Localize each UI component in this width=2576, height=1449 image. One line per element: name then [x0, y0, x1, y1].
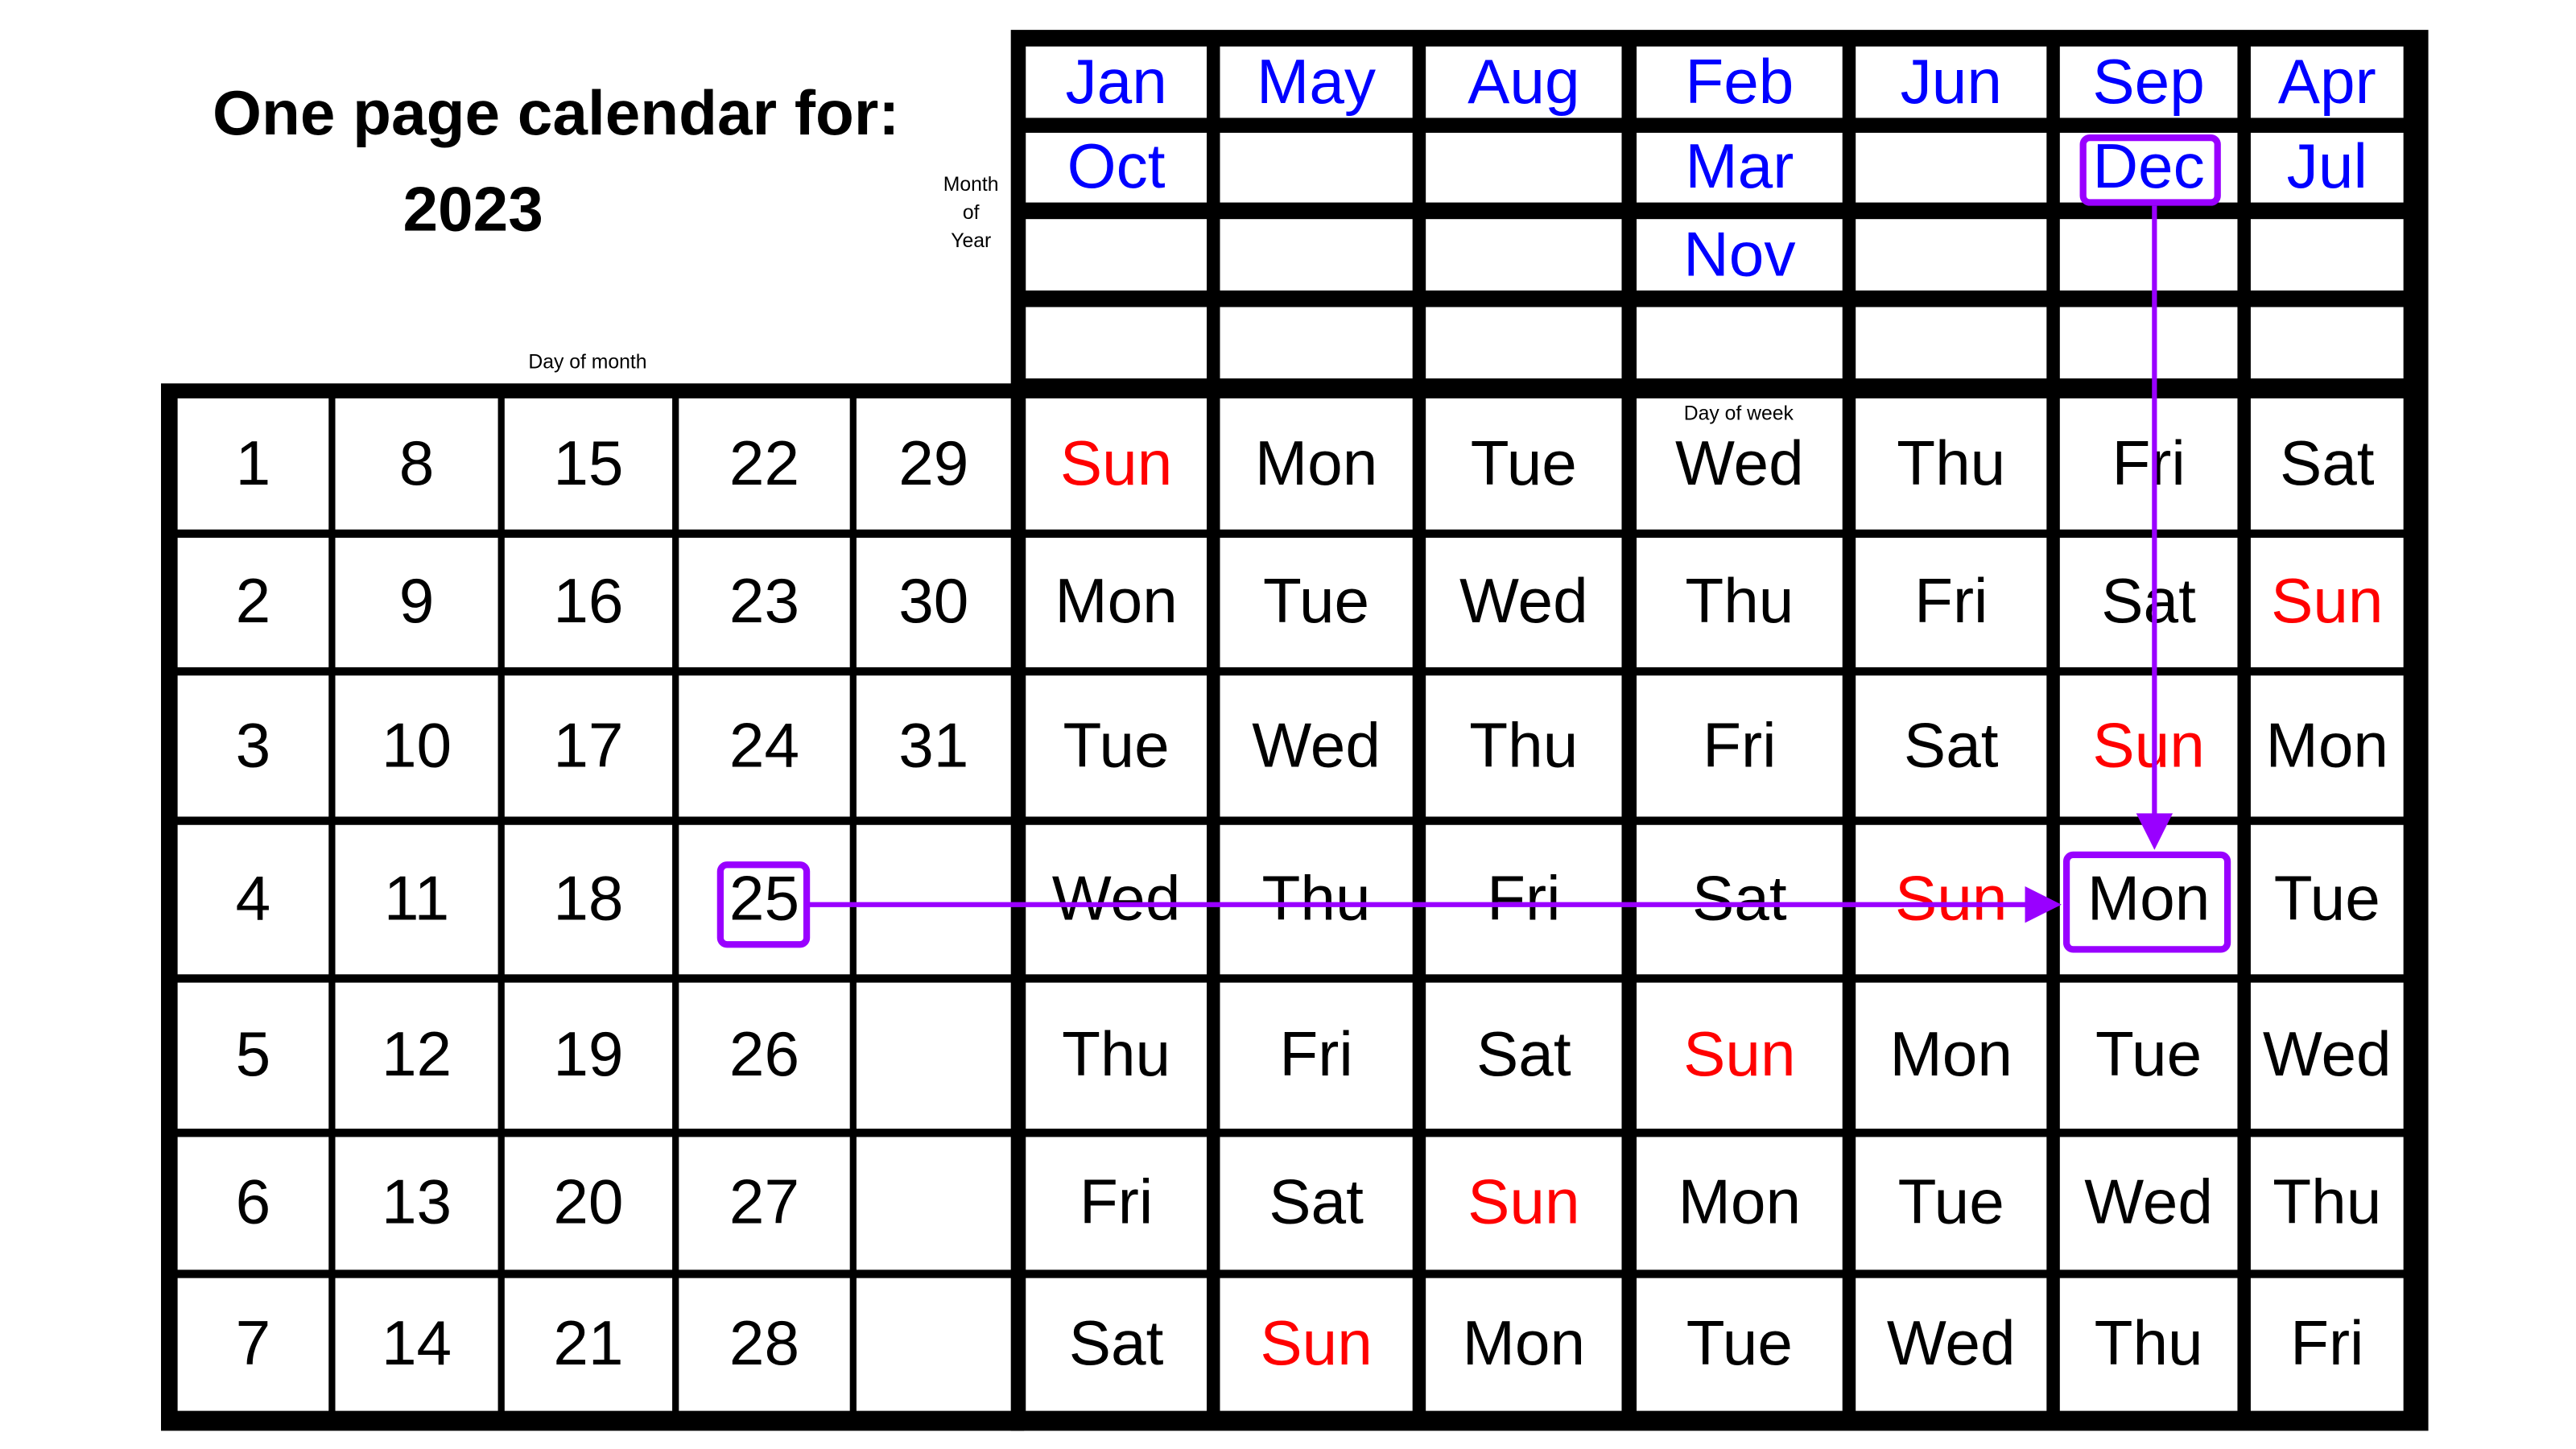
calendar-page: One page calendar for: 2023 Month of Yea…	[0, 0, 2576, 1449]
highlight-overlay	[716, 134, 2231, 953]
vertical-arrow-head	[2136, 813, 2174, 850]
highlight-weekday-box	[2062, 851, 2231, 953]
horizontal-arrow-head	[2025, 886, 2062, 923]
highlight-day-box	[716, 861, 811, 948]
highlight-month-box	[2079, 134, 2221, 206]
